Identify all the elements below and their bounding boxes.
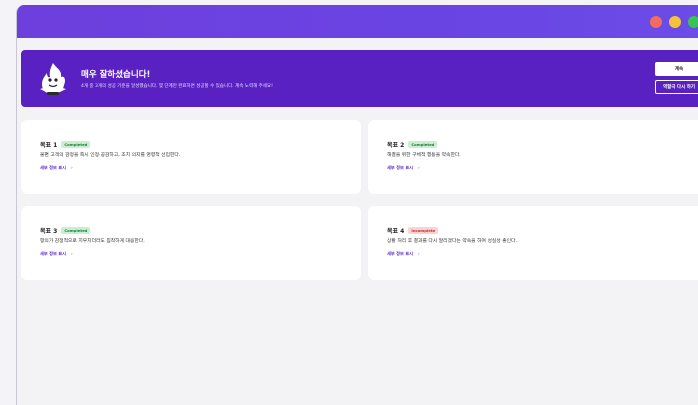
chevron-right-icon: › — [71, 251, 73, 256]
show-details-link[interactable]: 세부 정보 표시 › — [40, 165, 73, 171]
chevron-right-icon: › — [418, 165, 420, 170]
show-details-link[interactable]: 세부 정보 표시 › — [40, 251, 73, 257]
app-window: 매우 잘하셨습니다! 4개 중 3개의 성공 기준을 달성했습니다. 몇 단계만… — [16, 5, 698, 405]
close-window-button[interactable] — [650, 16, 662, 28]
goal-title: 목표 3 — [40, 228, 58, 235]
maximize-window-button[interactable] — [688, 16, 698, 28]
status-badge: Incomplete — [408, 227, 439, 234]
goal-title: 목표 4 — [387, 228, 405, 235]
goal-title: 목표 2 — [387, 142, 405, 149]
goal-card-header: 목표 4 Incomplete — [387, 226, 439, 235]
goal-card-header: 목표 3 Completed — [40, 226, 91, 235]
title-bar — [17, 5, 698, 38]
show-details-link[interactable]: 세부 정보 표시 › — [387, 165, 420, 171]
goal-card-1: 목표 1 Completed 불편 고객의 감정을 즉시 인정·공감하고, 조치… — [21, 120, 361, 194]
show-details-link[interactable]: 세부 정보 표시 › — [387, 251, 420, 257]
goal-card-2: 목표 2 Completed 해결을 위한 구체적 행동을 약속한다. 세부 정… — [368, 120, 698, 194]
continue-button[interactable]: 계속 — [655, 62, 698, 76]
goal-card-header: 목표 1 Completed — [40, 140, 91, 149]
chevron-right-icon: › — [71, 165, 73, 170]
result-banner: 매우 잘하셨습니다! 4개 중 3개의 성공 기준을 달성했습니다. 몇 단계만… — [21, 50, 698, 107]
show-details-label: 세부 정보 표시 — [40, 165, 67, 170]
goal-card-header: 목표 2 Completed — [387, 140, 438, 149]
show-details-label: 세부 정보 표시 — [387, 165, 414, 170]
status-badge: Completed — [61, 227, 91, 234]
minimize-window-button[interactable] — [669, 16, 681, 28]
goal-description: 항의가 감정적으로 치우치더라도 침착하게 대응한다. — [40, 239, 145, 244]
goal-description: 상황 처리 후 결과를 다시 알리겠다는 약속을 하여 성실성 좋인다. — [387, 239, 517, 244]
flame-mascot-icon — [40, 63, 66, 95]
goal-card-3: 목표 3 Completed 항의가 감정적으로 치우치더라도 침착하게 대응한… — [21, 206, 361, 280]
goal-card-4: 목표 4 Incomplete 상황 처리 후 결과를 다시 알리겠다는 약속을… — [368, 206, 698, 280]
retry-roleplay-button[interactable]: 역할극 다시 하기 — [655, 80, 698, 94]
goal-title: 목표 1 — [40, 142, 58, 149]
status-badge: Completed — [408, 141, 438, 148]
banner-title: 매우 잘하셨습니다! — [81, 70, 151, 80]
goal-description: 해결을 위한 구체적 행동을 약속한다. — [387, 153, 461, 158]
status-badge: Completed — [61, 141, 91, 148]
goal-description: 불편 고객의 감정을 즉시 인정·공감하고, 조치 의지를 명령적 선입한다. — [40, 153, 181, 158]
show-details-label: 세부 정보 표시 — [387, 251, 414, 256]
chevron-right-icon: › — [418, 251, 420, 256]
banner-subtitle: 4개 중 3개의 성공 기준을 달성했습니다. 몇 단계만 완료하면 성공할 수… — [81, 84, 273, 89]
show-details-label: 세부 정보 표시 — [40, 251, 67, 256]
